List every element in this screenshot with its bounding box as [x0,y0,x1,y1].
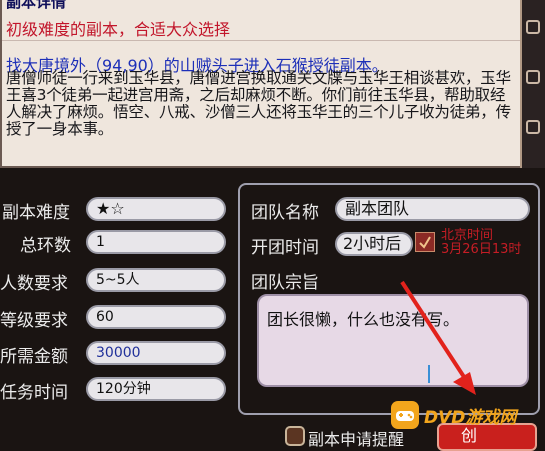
start-time-label: 开团时间 [251,238,319,258]
people-row: 人数要求 5~5人 [0,268,235,294]
decor-knob-icon [526,70,540,84]
difficulty-row: 副本难度 ★☆ [0,197,235,223]
watermark: DVD游戏网 [390,398,540,432]
decorative-border [520,0,545,168]
rounds-label: 总环数 [20,236,71,256]
time-label: 任务时间 [0,383,68,403]
checkmark-icon [419,236,431,249]
watermark-text: DVD游戏网 [424,408,517,428]
divider [2,40,520,41]
beijing-time-label: 北京时间 [441,228,494,243]
money-row: 所需金额 30000 [0,341,235,367]
decor-knob-icon [526,120,540,134]
decor-knob-icon [526,20,540,34]
difficulty-field: ★☆ [86,197,226,221]
money-label: 所需金额 [0,347,68,367]
gamepad-icon [391,401,419,429]
reminder-checkbox[interactable] [285,426,305,446]
description-panel: 副本详情 初级难度的副本，合适大众选择 找大唐境外（94,90）的山贼头子进入石… [0,0,522,168]
difficulty-label: 副本难度 [2,203,70,223]
time-field: 120分钟 [86,377,226,401]
team-name-input[interactable]: 副本团队 [335,197,530,221]
description-title: 副本详情 [6,0,67,11]
team-name-label: 团队名称 [251,203,319,223]
text-cursor [428,365,430,383]
calendar-icon[interactable] [415,232,435,252]
time-row: 任务时间 120分钟 [0,377,235,403]
beijing-time-value: 3月26日13时 [441,242,522,257]
people-label: 人数要求 [0,274,68,294]
motto-textarea[interactable]: 团长很懒，什么也没有写。 [257,294,529,387]
level-label: 等级要求 [0,311,68,331]
money-field: 30000 [86,341,226,365]
level-field: 60 [86,305,226,329]
motto-label: 团队宗旨 [251,273,319,293]
difficulty-note: 初级难度的副本，合适大众选择 [6,20,231,39]
rounds-field: 1 [86,230,226,254]
people-field: 5~5人 [86,268,226,292]
story-text: 唐僧师徒一行来到玉华县，唐僧进宫换取通关文牒与玉华王相谈甚欢，玉华王喜3个徒弟一… [6,69,511,138]
start-time-select[interactable]: 2小时后 [335,232,413,256]
rounds-row: 总环数 1 [0,230,235,256]
level-row: 等级要求 60 [0,305,235,331]
